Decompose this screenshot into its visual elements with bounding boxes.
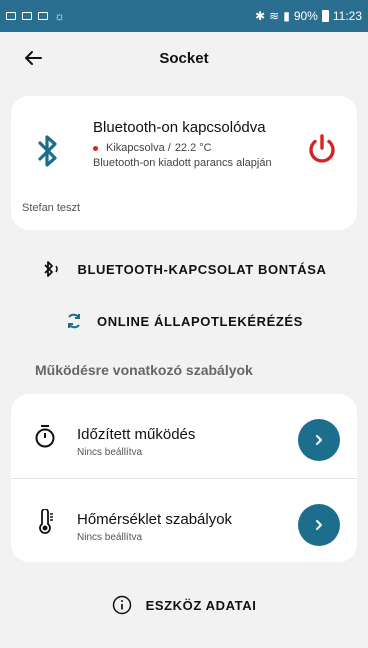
device-state: Kikapcsolva /	[106, 142, 171, 154]
arrow-left-icon	[25, 51, 42, 65]
rule-title: Hőmérséklet szabályok	[77, 511, 233, 528]
mail-icon	[6, 12, 16, 20]
battery-percent: 90%	[293, 9, 318, 23]
device-info-label: ESZKÖZ ADATAI	[145, 597, 257, 613]
rule-item-scheduled[interactable]: Időzített működés Nincs beállítva	[11, 394, 357, 478]
online-query-label: ONLINE ÁLLAPOTLEKÉRÉZÉS	[97, 313, 303, 329]
disconnect-bluetooth-button[interactable]: BLUETOOTH-KAPCSOLAT BONTÁSA	[0, 258, 368, 280]
rule-item-temperature[interactable]: Hőmérséklet szabályok Nincs beállítva	[11, 478, 357, 562]
disconnect-label: BLUETOOTH-KAPCSOLAT BONTÁSA	[77, 261, 327, 277]
back-button[interactable]	[20, 45, 46, 71]
weather-icon: ☼	[54, 9, 65, 23]
app-bar: Socket	[0, 32, 368, 84]
bluetooth-status-icon: ✱	[255, 9, 266, 23]
power-icon	[309, 134, 335, 163]
status-system-icons: ✱ ≋ ▮ 90% 11:23	[255, 9, 362, 23]
bluetooth-icon	[38, 135, 57, 167]
off-state-dot	[93, 145, 98, 151]
rules-section-title: Működésre vonatkozó szabályok	[35, 362, 253, 378]
bluetooth-disconnect-icon	[43, 261, 58, 277]
status-notification-icons: ☼	[6, 9, 65, 23]
open-temperature-button[interactable]	[298, 504, 340, 546]
stopwatch-icon	[35, 425, 55, 448]
rule-title: Időzített működés	[77, 426, 196, 443]
signal-icon: ▮	[283, 9, 290, 23]
refresh-icon	[68, 313, 81, 329]
thermometer-icon	[39, 509, 53, 534]
rule-subtitle: Nincs beállítva	[77, 447, 143, 458]
chevron-right-icon	[316, 520, 322, 530]
power-button[interactable]	[305, 132, 339, 166]
image-icon	[38, 12, 48, 20]
device-temperature: 22.2 °C	[174, 142, 212, 154]
open-scheduled-button[interactable]	[298, 419, 340, 461]
wifi-icon: ≋	[269, 9, 280, 23]
info-icon	[112, 595, 131, 615]
clock: 11:23	[332, 9, 362, 23]
page-title: Socket	[159, 49, 209, 67]
status-bar: ☼ ✱ ≋ ▮ 90% 11:23	[0, 0, 368, 32]
device-owner: Stefan teszt	[22, 202, 81, 214]
device-info-button[interactable]: ESZKÖZ ADATAI	[0, 592, 368, 618]
device-state-line: Kikapcsolva / 22.2 °C	[93, 142, 212, 154]
rules-card: Időzített működés Nincs beállítva Hőmérs…	[11, 394, 357, 562]
state-source: Bluetooth-on kiadott parancs alapján	[93, 157, 272, 169]
connection-status: Bluetooth-on kapcsolódva	[93, 119, 266, 136]
chevron-right-icon	[316, 435, 322, 445]
message-icon	[22, 12, 32, 20]
device-status-card: Bluetooth-on kapcsolódva Kikapcsolva / 2…	[11, 96, 357, 230]
online-status-query-button[interactable]: ONLINE ÁLLAPOTLEKÉRÉZÉS	[0, 310, 368, 332]
battery-icon	[321, 10, 329, 22]
rule-subtitle: Nincs beállítva	[77, 532, 143, 543]
